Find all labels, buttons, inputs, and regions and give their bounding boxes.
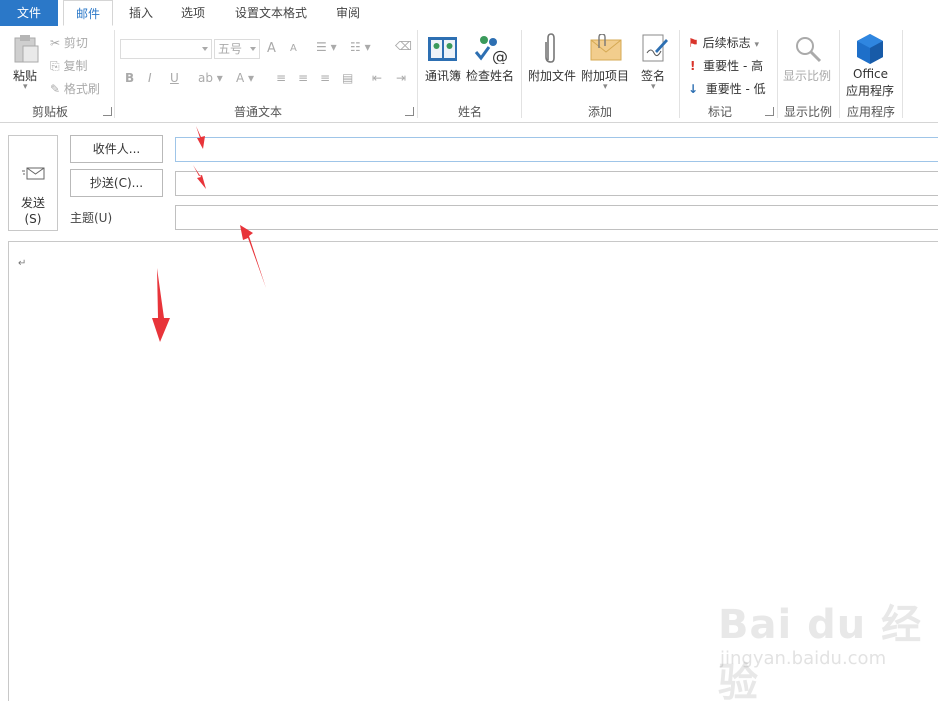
arrow-message-body — [152, 268, 170, 342]
annotation-arrows — [152, 126, 266, 342]
arrow-subject-field — [240, 225, 266, 288]
arrow-cc-field — [193, 165, 206, 189]
arrow-to-field — [196, 126, 205, 149]
baidu-watermark-url: jingyan.baidu.com — [720, 648, 887, 669]
